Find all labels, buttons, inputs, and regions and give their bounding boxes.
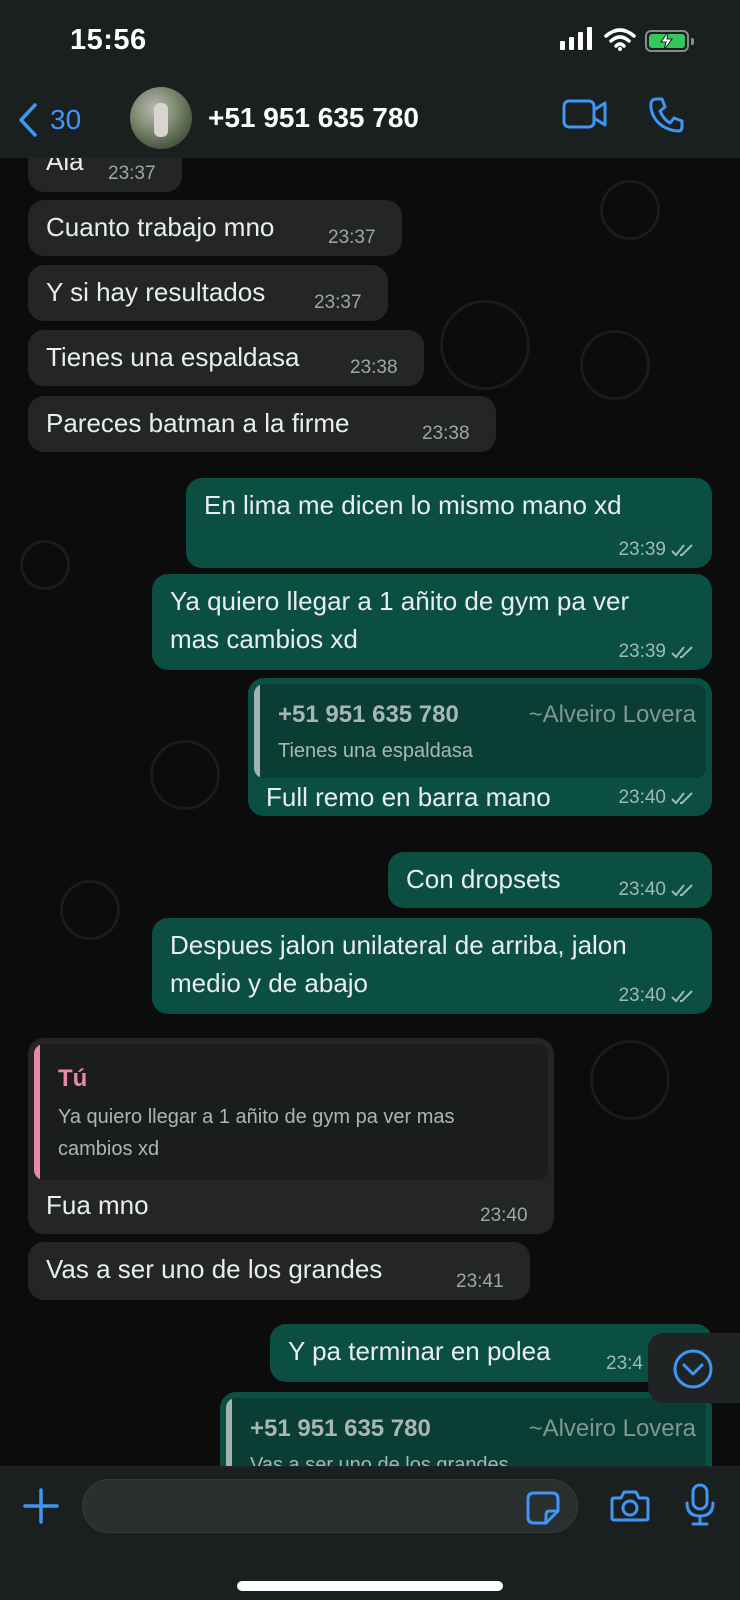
status-time: 15:56 — [70, 24, 147, 56]
composer-bar — [0, 1466, 740, 1600]
message-text: Fua mno — [46, 1190, 149, 1220]
contact-avatar[interactable] — [130, 87, 192, 149]
message-incoming[interactable]: Tienes una espaldasa 23:38 — [28, 330, 424, 386]
message-text-line2: mas cambios xd — [170, 624, 358, 654]
double-check-icon — [671, 544, 693, 557]
message-text: Con dropsets — [406, 864, 561, 894]
charging-bolt-icon — [660, 32, 673, 50]
quote-author-alias: ~Alveiro Lovera — [528, 701, 696, 728]
scroll-to-bottom-button[interactable] — [648, 1333, 740, 1403]
sticker-icon[interactable] — [526, 1491, 560, 1525]
chat-header: 30 +51 951 635 780 — [0, 82, 740, 158]
message-time-value: 23:40 — [618, 985, 666, 1006]
wallpaper-doodle — [580, 330, 650, 400]
wallpaper-doodle — [600, 180, 660, 240]
message-text-line1: Ya quiero llegar a 1 añito de gym pa ver — [170, 586, 630, 616]
message-incoming[interactable]: Cuanto trabajo mno 23:37 — [28, 200, 402, 256]
wallpaper-doodle — [150, 740, 220, 810]
quote-text-line2: cambios xd — [58, 1138, 160, 1160]
message-outgoing[interactable]: Despues jalon unilateral de arriba, jalo… — [152, 918, 712, 1014]
plus-icon[interactable] — [22, 1487, 60, 1525]
signal-bar — [587, 27, 592, 50]
message-text: Y si hay resultados — [46, 277, 266, 307]
message-time: 23:37 — [328, 227, 376, 248]
battery-tip — [691, 38, 694, 45]
message-time-value: 23:39 — [618, 539, 666, 560]
message-time: 23:38 — [350, 357, 398, 378]
message-incoming[interactable]: Y si hay resultados 23:37 — [28, 265, 388, 321]
message-outgoing[interactable]: Ya quiero llegar a 1 añito de gym pa ver… — [152, 574, 712, 670]
message-outgoing[interactable]: Con dropsets 23:40 — [388, 852, 712, 908]
contact-name[interactable]: +51 951 635 780 — [208, 102, 419, 134]
message-text: Vas a ser uno de los grandes — [46, 1254, 383, 1284]
camera-icon[interactable] — [610, 1489, 650, 1523]
message-text: Y pa terminar en polea — [288, 1336, 551, 1366]
chevron-down-circle-icon — [673, 1349, 713, 1389]
message-time: 23:41 — [456, 1271, 504, 1292]
wallpaper-doodle — [440, 300, 530, 390]
battery-icon — [645, 30, 694, 52]
message-time-value: 23:40 — [618, 787, 666, 808]
quote-accent-bar — [254, 684, 260, 778]
message-time: 23:37 — [314, 292, 362, 313]
message-input[interactable] — [82, 1479, 578, 1533]
video-call-icon[interactable] — [562, 98, 608, 130]
message-time: 23:39 — [618, 640, 698, 664]
double-check-icon — [671, 884, 693, 897]
message-outgoing[interactable]: En lima me dicen lo mismo mano xd 23:39 — [186, 478, 712, 568]
message-time: 23:40 — [618, 878, 698, 902]
message-text-line1: Despues jalon unilateral de arriba, jalo… — [170, 930, 627, 960]
message-time: 23:40 — [618, 984, 698, 1008]
message-time: 23:4 — [606, 1353, 643, 1374]
message-time: 23:40 — [480, 1205, 528, 1226]
message-outgoing[interactable]: Y pa terminar en polea 23:4 — [270, 1324, 712, 1382]
quoted-message[interactable]: +51 951 635 780 ~Alveiro Lovera Tienes u… — [254, 684, 706, 778]
message-time-value: 23:39 — [618, 641, 666, 662]
quote-accent-bar — [34, 1044, 40, 1180]
wallpaper-doodle — [60, 880, 120, 940]
home-indicator — [237, 1581, 503, 1591]
signal-bar — [569, 37, 574, 50]
wallpaper-doodle — [590, 1040, 670, 1120]
quote-text-line1: Ya quiero llegar a 1 añito de gym pa ver… — [58, 1106, 455, 1128]
chat-background: Ala 23:37 Cuanto trabajo mno 23:37 Y si … — [0, 0, 740, 1600]
double-check-icon — [671, 646, 693, 659]
message-incoming-reply[interactable]: Tú Ya quiero llegar a 1 añito de gym pa … — [28, 1038, 554, 1234]
phone-call-icon[interactable] — [648, 96, 684, 134]
message-incoming[interactable]: Pareces batman a la firme 23:38 — [28, 396, 496, 452]
message-text: Full remo en barra mano — [266, 782, 551, 812]
quoted-message[interactable]: Tú Ya quiero llegar a 1 añito de gym pa … — [34, 1044, 548, 1180]
message-time: 23:39 — [618, 538, 698, 562]
chevron-left-icon — [19, 103, 37, 137]
message-text: Cuanto trabajo mno — [46, 212, 275, 242]
message-time: 23:38 — [422, 423, 470, 444]
signal-bar — [560, 41, 565, 50]
wallpaper-doodle — [20, 540, 70, 590]
double-check-icon — [671, 792, 693, 805]
microphone-icon[interactable] — [684, 1483, 716, 1527]
unread-count: 30 — [50, 104, 82, 135]
status-bar: 15:56 — [0, 0, 740, 82]
signal-bar — [578, 32, 583, 50]
message-outgoing-reply[interactable]: +51 951 635 780 ~Alveiro Lovera Tienes u… — [248, 678, 712, 816]
back-button[interactable]: 30 — [18, 98, 81, 142]
avatar-photo — [154, 103, 168, 137]
message-text: Tienes una espaldasa — [46, 342, 300, 372]
message-time-value: 23:40 — [618, 879, 666, 900]
message-time: 23:40 — [618, 786, 698, 810]
quote-author: Tú — [58, 1065, 88, 1092]
message-incoming[interactable]: Vas a ser uno de los grandes 23:41 — [28, 1242, 530, 1300]
quote-author-alias: ~Alveiro Lovera — [528, 1415, 696, 1442]
quote-text: Tienes una espaldasa — [278, 740, 473, 762]
message-text: Pareces batman a la firme — [46, 408, 350, 438]
double-check-icon — [671, 990, 693, 1003]
message-text: En lima me dicen lo mismo mano xd — [204, 490, 622, 520]
message-text-line2: medio y de abajo — [170, 968, 369, 998]
wifi-icon — [604, 28, 636, 51]
message-time: 23:37 — [108, 163, 156, 184]
quote-author: +51 951 635 780 — [250, 1415, 431, 1442]
quote-author: +51 951 635 780 — [278, 701, 459, 728]
